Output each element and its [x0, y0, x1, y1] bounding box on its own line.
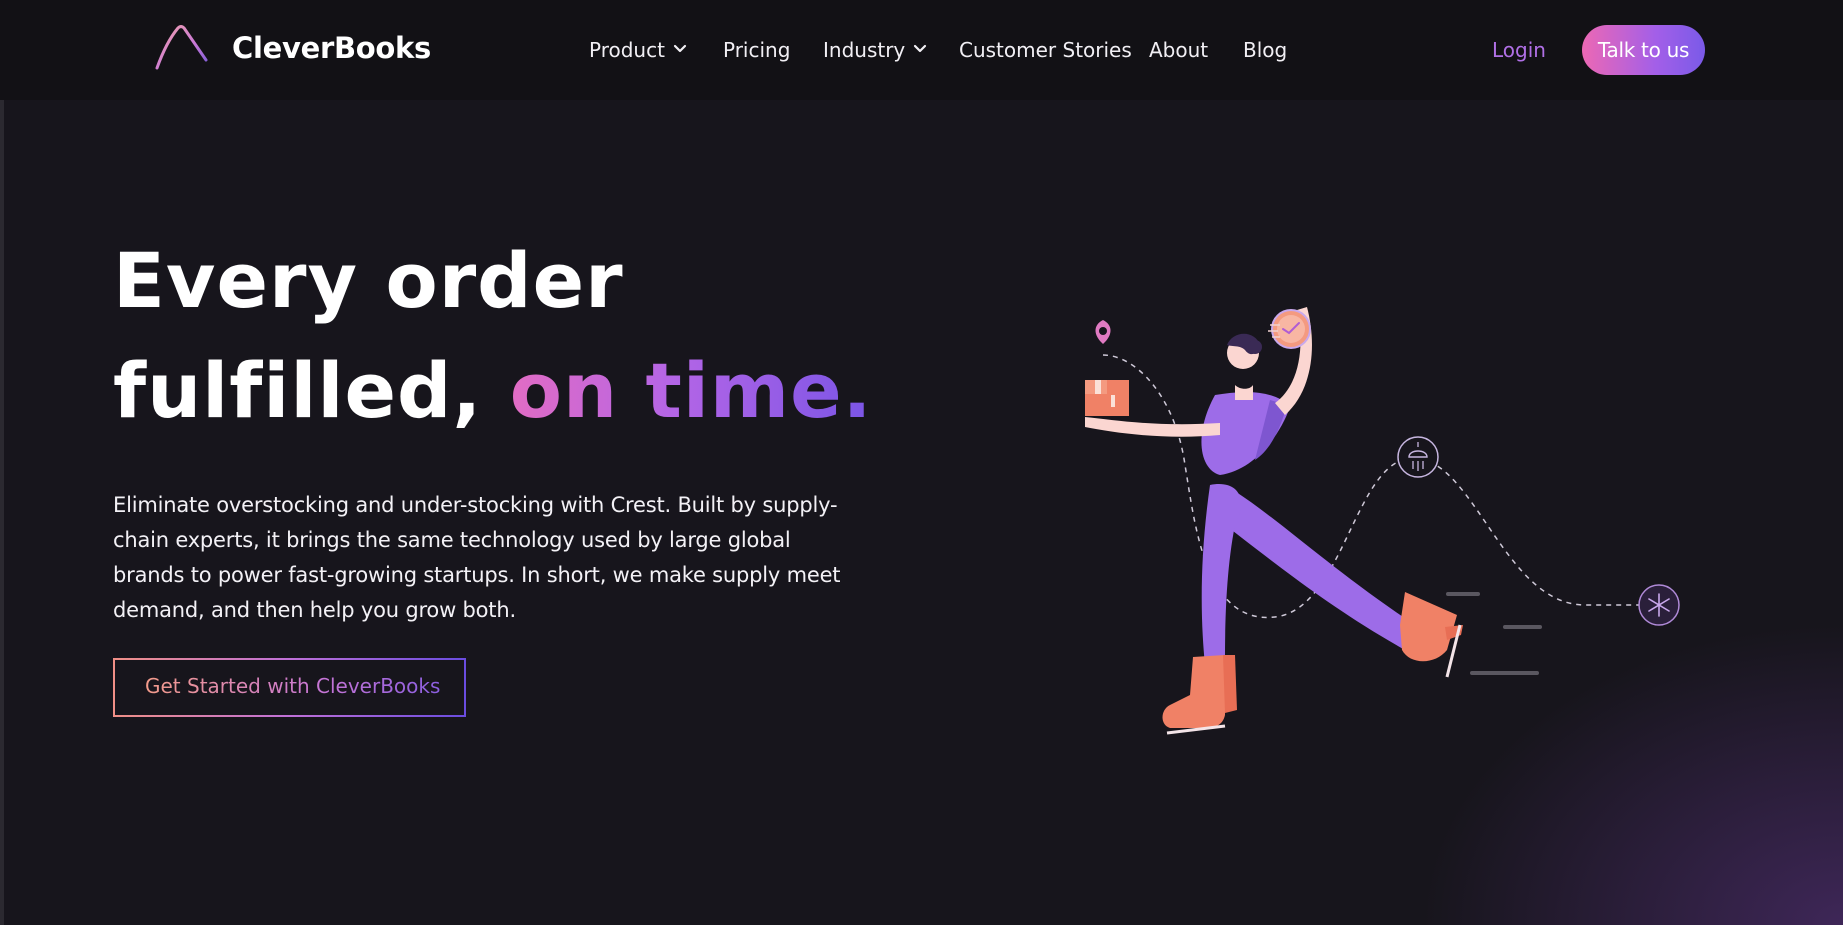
rain-weather-icon — [1397, 436, 1439, 478]
hero-illustration — [1085, 199, 1744, 735]
nav-item-label: Product — [589, 38, 665, 62]
triangle-logo-icon[interactable] — [154, 24, 210, 70]
nav-item-industry[interactable]: Industry — [823, 38, 927, 62]
nav-item-about[interactable]: About — [1149, 38, 1208, 62]
package-icon — [1085, 380, 1129, 416]
nav-item-pricing[interactable]: Pricing — [723, 38, 790, 62]
motion-lines — [1446, 592, 1542, 675]
hero-headline-line1: Every order — [113, 236, 624, 325]
top-navigation: CleverBooks Product Pricing Industry Cus… — [0, 0, 1843, 100]
chevron-down-icon — [914, 44, 927, 53]
clock-icon — [1268, 309, 1311, 349]
grid-background — [1255, 199, 1744, 734]
snowflake-icon — [1638, 584, 1680, 626]
skater-figure — [1085, 307, 1463, 735]
nav-item-label: About — [1149, 38, 1209, 62]
hero-headline-line2: fulfilled, on time. — [113, 346, 873, 435]
nav-item-label: Pricing — [723, 38, 791, 62]
hero-description: Eliminate overstocking and under-stockin… — [113, 493, 841, 622]
nav-item-blog[interactable]: Blog — [1243, 38, 1287, 62]
get-started-button[interactable]: Get Started with CleverBooks — [113, 658, 466, 717]
brand-name[interactable]: CleverBooks — [232, 31, 431, 65]
nav-item-label: Industry — [823, 38, 906, 62]
nav-item-label: Blog — [1243, 38, 1288, 62]
hero-headline-accent: on time. — [509, 346, 873, 435]
nav-item-label: Customer Stories — [959, 38, 1132, 62]
window-edge — [0, 0, 4, 925]
hero-headline-plain: fulfilled, — [113, 346, 483, 435]
nav-item-product[interactable]: Product — [589, 38, 687, 62]
get-started-label: Get Started with CleverBooks — [145, 674, 441, 698]
talk-to-us-button[interactable]: Talk to us — [1582, 25, 1705, 75]
location-pin-icon — [1095, 320, 1111, 344]
nav-item-customer-stories[interactable]: Customer Stories — [959, 38, 1132, 62]
login-link[interactable]: Login — [1492, 38, 1546, 62]
chevron-down-icon — [673, 44, 687, 53]
